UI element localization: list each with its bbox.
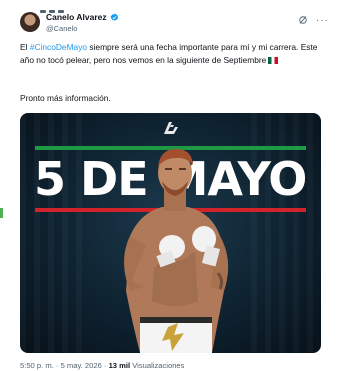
author-name[interactable]: Canelo Alvarez [46, 12, 107, 23]
views-label: Visualizaciones [132, 361, 185, 370]
avatar[interactable] [20, 12, 40, 32]
author-handle[interactable]: @Canelo [46, 23, 119, 34]
canelo-logo-icon [164, 122, 178, 134]
author-name-row[interactable]: Canelo Alvarez [46, 12, 119, 23]
views-count[interactable]: 13 mil [109, 361, 131, 370]
verified-badge-icon [110, 13, 118, 21]
tweet-text-line2: Pronto más información. [20, 93, 111, 103]
hashtag-link[interactable]: #CincoDeMayo [30, 42, 87, 52]
tweet-media-image[interactable]: 5 DE MAYO [20, 113, 321, 353]
previous-post-sliver [40, 0, 76, 13]
author-block[interactable]: Canelo Alvarez @Canelo [46, 12, 119, 34]
tweet-time[interactable]: 5:50 p. m. [20, 361, 54, 370]
tweet-meta: 5:50 p. m. · 5 may. 2026 · 13 mil Visual… [20, 361, 184, 370]
tweet-text: El #CincoDeMayo siempre será una fecha i… [20, 41, 320, 67]
boxer-figure [124, 149, 229, 353]
text-before-hashtag: El [20, 42, 30, 52]
meta-separator-2: · [103, 361, 107, 370]
tweet-date[interactable]: 5 may. 2026 [61, 361, 102, 370]
meta-separator: · [55, 361, 59, 370]
mexico-flag-icon [268, 57, 279, 64]
more-icon[interactable]: ··· [316, 16, 329, 26]
grok-icon[interactable] [298, 15, 308, 25]
tweet-header: Canelo Alvarez @Canelo ··· [20, 10, 332, 38]
left-edge-indicator [0, 208, 3, 218]
